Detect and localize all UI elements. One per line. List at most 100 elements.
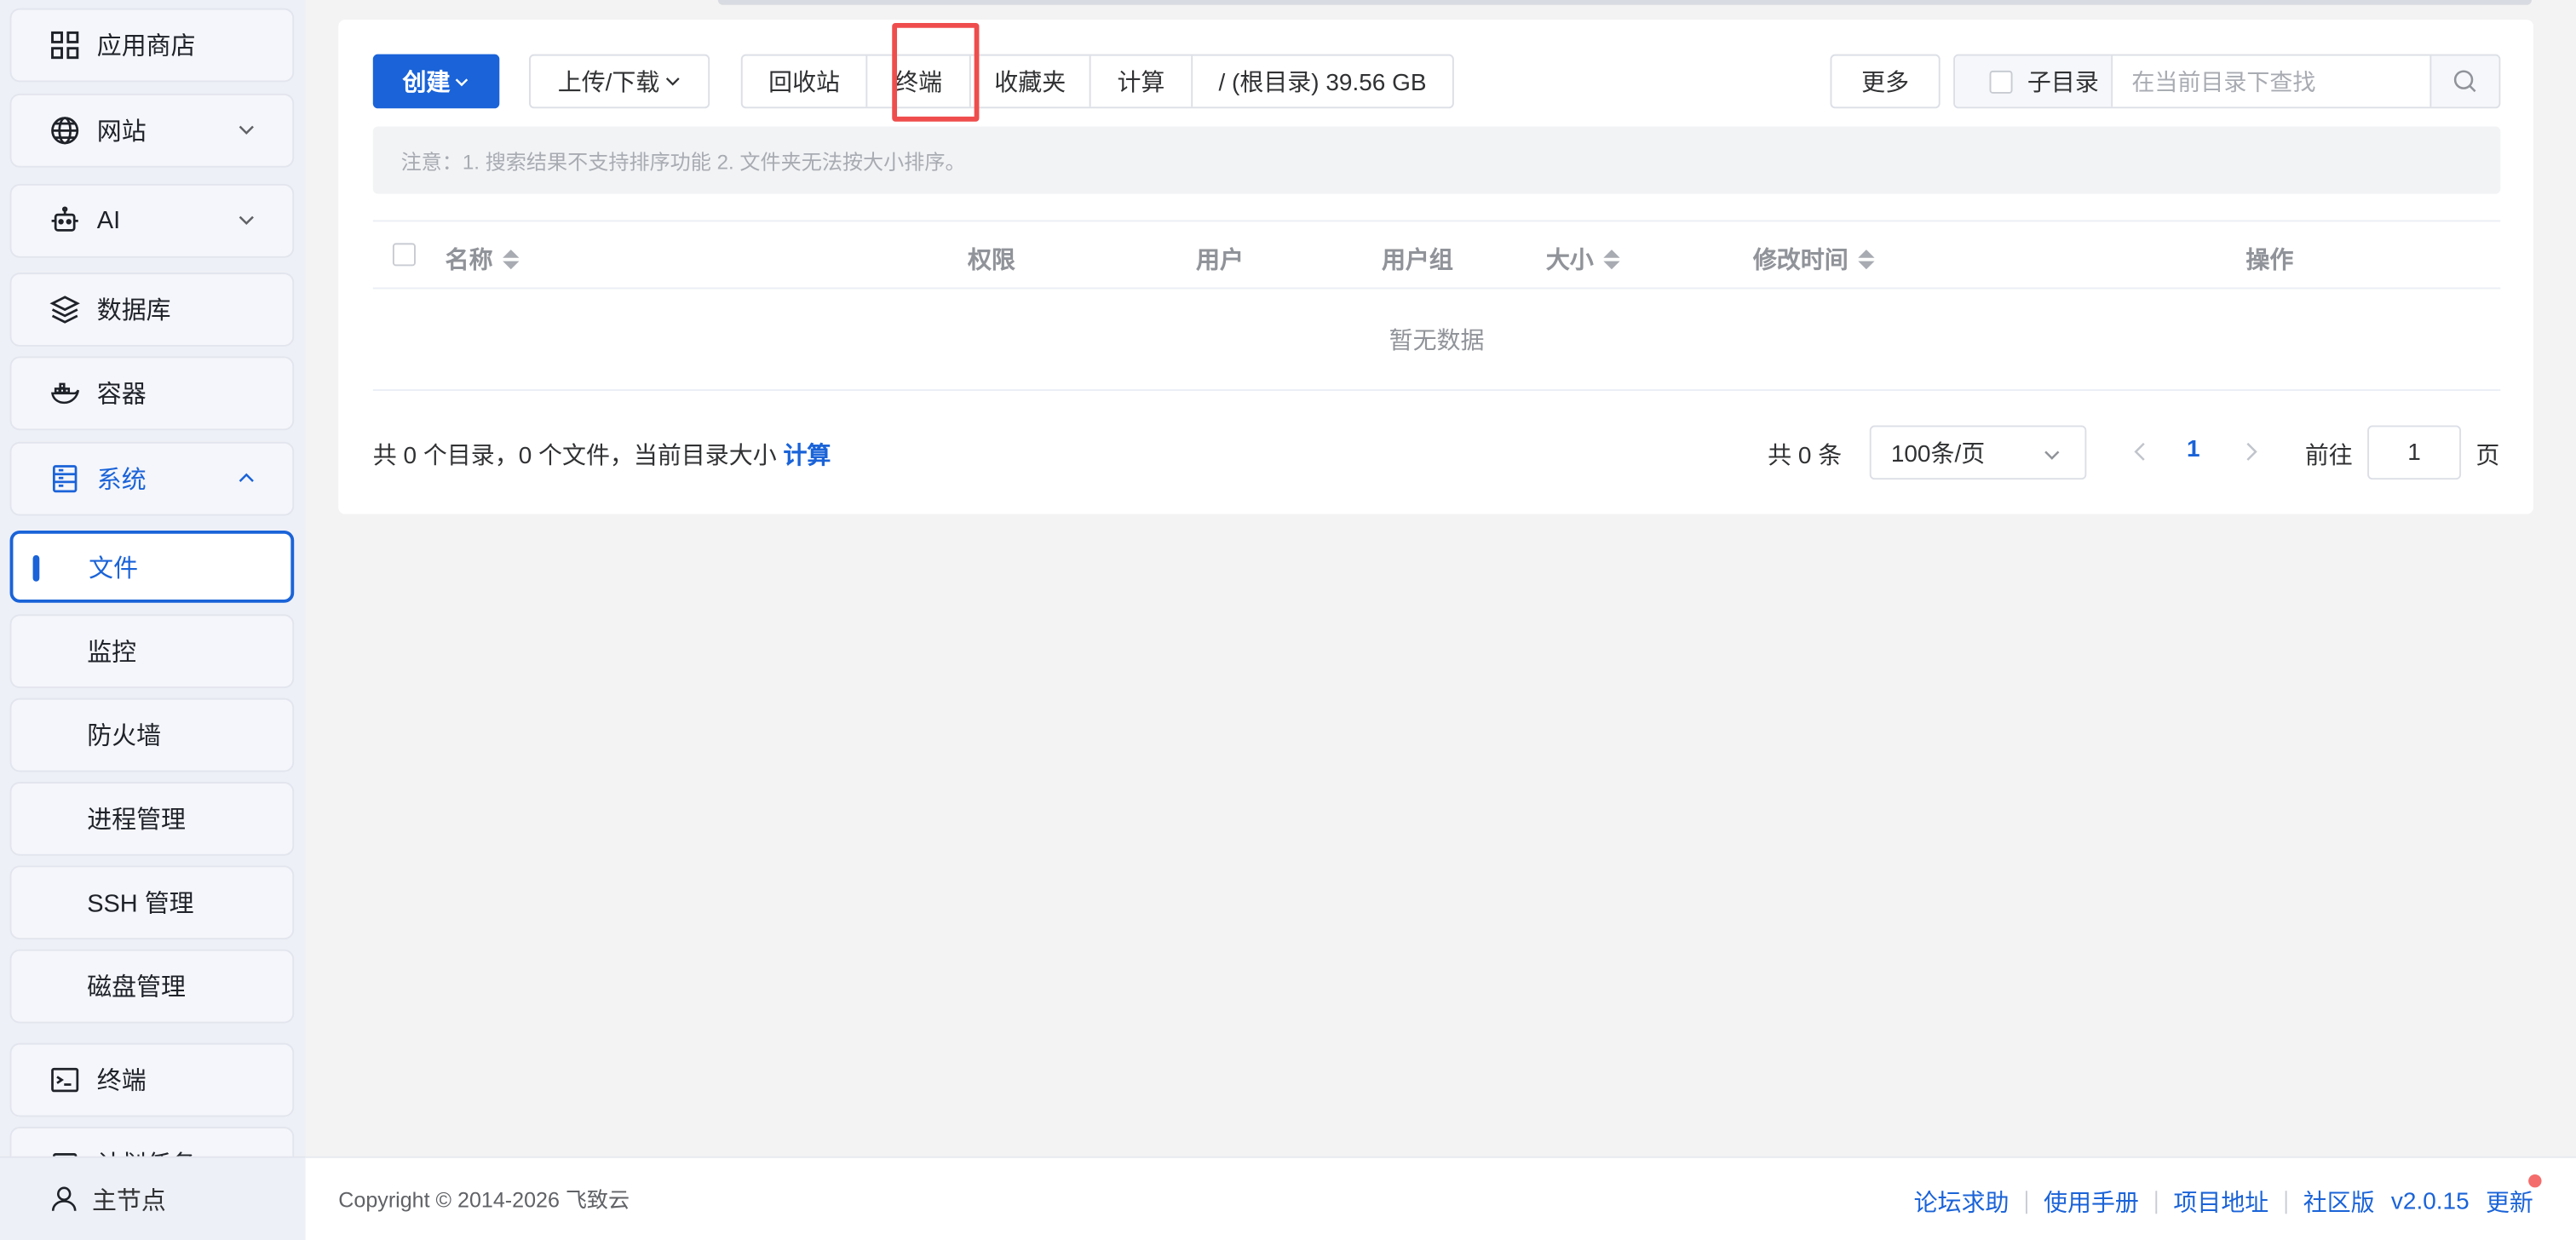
sidebar-item-monitor[interactable]: 监控 <box>9 614 295 689</box>
next-page-icon[interactable] <box>2241 440 2261 463</box>
search-button[interactable] <box>2429 55 2499 107</box>
select-all-checkbox[interactable] <box>392 243 416 267</box>
sidebar-item-label: 终端 <box>96 1067 147 1096</box>
col-name-label: 名称 <box>445 248 493 275</box>
table-header: 名称 权限 用户 用户组 大小 修改时间 操作 <box>372 220 2501 290</box>
favorites-label: 收藏夹 <box>994 70 1067 97</box>
version-label: v2.0.15 <box>2390 1188 2470 1215</box>
notice-banner: 注意：1. 搜索结果不支持排序功能 2. 文件夹无法按大小排序。 <box>372 126 2501 194</box>
create-label: 创建 <box>402 70 451 97</box>
col-name[interactable]: 名称 <box>446 242 520 277</box>
sort-icon[interactable] <box>1858 249 1875 269</box>
docker-icon <box>48 377 81 410</box>
sidebar-item-label: 系统 <box>96 466 147 495</box>
grid-icon <box>48 29 81 62</box>
dialog-edge <box>717 0 2532 5</box>
user-icon <box>51 1186 77 1211</box>
more-label: 更多 <box>1861 70 1910 97</box>
col-group: 用户组 <box>1382 242 1453 277</box>
subdir-checkbox[interactable] <box>1989 69 2013 93</box>
more-button[interactable]: 更多 <box>1830 54 1941 109</box>
chevron-down-icon <box>239 125 254 135</box>
goto-label: 前往 <box>2304 443 2353 470</box>
path-label: / (根目录) 39.56 GB <box>1218 70 1427 97</box>
calculate-label: 计算 <box>1117 70 1165 97</box>
sort-icon[interactable] <box>1603 249 1620 269</box>
col-user: 用户 <box>1196 242 1244 277</box>
update-label: 更新 <box>2485 1191 2533 1218</box>
sidebar-item-label: 容器 <box>96 381 147 410</box>
sidebar-item-files[interactable]: 文件 <box>9 530 295 603</box>
edition-link[interactable]: 社区版 <box>2303 1185 2375 1220</box>
search-input[interactable] <box>2112 55 2429 107</box>
sidebar-item-label: 进程管理 <box>87 806 186 835</box>
node-label: 主节点 <box>92 1186 166 1215</box>
chevron-down-icon <box>2044 451 2060 460</box>
directory-summary: 共 0 个目录，0 个文件，当前目录大小 计算 <box>373 437 831 472</box>
prev-page-icon[interactable] <box>2130 440 2150 463</box>
project-link[interactable]: 项目地址 <box>2173 1185 2268 1220</box>
sidebar-item-label: 防火墙 <box>87 722 162 751</box>
forum-link[interactable]: 论坛求助 <box>1914 1185 2010 1220</box>
chevron-up-icon <box>239 473 254 482</box>
notice-text: 注意：1. 搜索结果不支持排序功能 2. 文件夹无法按大小排序。 <box>400 151 966 175</box>
chevron-down-icon <box>455 78 469 86</box>
toolbar-button-group: 回收站 终端 收藏夹 计算 / (根目录) 39.56 GB <box>740 54 1454 109</box>
col-mtime-label: 修改时间 <box>1752 248 1849 275</box>
col-operations-label: 操作 <box>2245 248 2294 275</box>
empty-state: 暂无数据 <box>372 289 2501 392</box>
search-bar: 子目录 <box>1953 54 2501 109</box>
highlight-box <box>892 23 980 122</box>
col-mtime[interactable]: 修改时间 <box>1753 242 1875 277</box>
sidebar-item-label: 应用商店 <box>96 32 196 61</box>
sidebar-item-container[interactable]: 容器 <box>9 356 295 431</box>
server-icon <box>48 462 81 496</box>
sidebar-item-ssh[interactable]: SSH 管理 <box>9 865 295 940</box>
upload-download-button[interactable]: 上传/下载 <box>529 54 710 109</box>
subdir-label: 子目录 <box>2027 70 2099 97</box>
sidebar-item-label: 数据库 <box>96 297 171 325</box>
manual-link[interactable]: 使用手册 <box>2044 1185 2139 1220</box>
chevron-down-icon <box>239 215 254 226</box>
goto-page-input[interactable]: 1 <box>2367 425 2462 480</box>
sidebar-item-website[interactable]: 网站 <box>9 93 295 168</box>
col-size-label: 大小 <box>1545 248 1594 275</box>
sidebar-item-ai[interactable]: AI <box>9 184 295 258</box>
sidebar-item-label: 磁盘管理 <box>87 973 186 1002</box>
sidebar-item-disk[interactable]: 磁盘管理 <box>9 949 295 1024</box>
recycle-bin-button[interactable]: 回收站 <box>743 55 868 107</box>
col-group-label: 用户组 <box>1381 248 1453 275</box>
sidebar-item-label: 网站 <box>96 118 147 146</box>
copyright-text: Copyright © 2014-2026 飞致云 <box>338 1187 630 1213</box>
sidebar-item-label: 监控 <box>87 639 137 668</box>
sidebar-item-firewall[interactable]: 防火墙 <box>9 698 295 772</box>
terminal-icon <box>48 1064 81 1097</box>
current-page[interactable]: 1 <box>2187 437 2200 463</box>
calculate-link[interactable]: 计算 <box>783 444 831 470</box>
search-icon <box>2453 70 2476 93</box>
sidebar-item-process[interactable]: 进程管理 <box>9 782 295 856</box>
subdir-toggle[interactable]: 子目录 <box>1955 55 2113 107</box>
favorites-button[interactable]: 收藏夹 <box>971 55 1091 107</box>
sidebar-item-database[interactable]: 数据库 <box>9 273 295 347</box>
update-link[interactable]: 更新 <box>2485 1174 2542 1220</box>
path-button[interactable]: / (根目录) 39.56 GB <box>1193 56 1452 107</box>
calculate-button[interactable]: 计算 <box>1091 55 1193 107</box>
col-size[interactable]: 大小 <box>1546 242 1620 277</box>
sidebar-item-system[interactable]: 系统 <box>9 441 295 516</box>
sidebar-item-label: 文件 <box>89 554 139 583</box>
create-button[interactable]: 创建 <box>372 54 500 109</box>
sidebar-item-app-store[interactable]: 应用商店 <box>9 8 295 83</box>
col-user-label: 用户 <box>1196 248 1244 275</box>
active-indicator <box>32 554 40 582</box>
robot-icon <box>48 204 81 238</box>
node-switcher[interactable]: 主节点 <box>0 1156 306 1240</box>
footer: Copyright © 2014-2026 飞致云 论坛求助 使用手册 项目地址… <box>305 1156 2576 1240</box>
sidebar-item-label: AI <box>96 207 121 235</box>
page-size-select[interactable]: 100条/页 <box>1869 425 2087 480</box>
layers-icon <box>48 293 81 326</box>
sidebar-item-terminal[interactable]: 终端 <box>9 1042 295 1117</box>
sort-icon[interactable] <box>503 249 520 269</box>
chevron-down-icon <box>664 78 679 86</box>
empty-text: 暂无数据 <box>1389 328 1485 355</box>
